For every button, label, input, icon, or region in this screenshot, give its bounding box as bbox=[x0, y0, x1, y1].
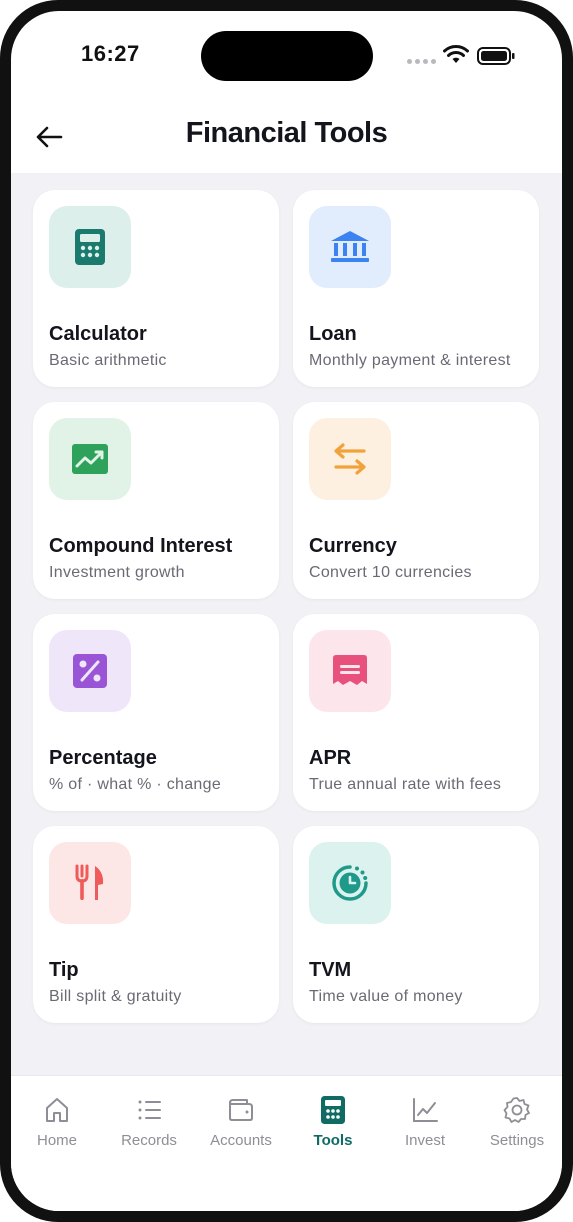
receipt-icon bbox=[333, 655, 367, 685]
card-subtitle: Bill split & gratuity bbox=[49, 988, 182, 1005]
tool-icon-box bbox=[309, 206, 391, 288]
wallet-icon bbox=[229, 1099, 253, 1121]
card-subtitle: % of · what % · change bbox=[49, 776, 222, 793]
card-text: TVM Time value of money bbox=[309, 959, 527, 1007]
tab-label: Invest bbox=[404, 1132, 446, 1149]
tab-label: Tools bbox=[313, 1132, 353, 1149]
card-title: Tip bbox=[49, 959, 79, 981]
tab-tools[interactable]: Tools bbox=[287, 1094, 379, 1149]
tools-content: Calculator Basic arithmetic Loan Monthly… bbox=[11, 173, 562, 1075]
calculator-icon bbox=[75, 229, 105, 265]
card-title: Calculator bbox=[49, 323, 147, 345]
tools-grid: Calculator Basic arithmetic Loan Monthly… bbox=[33, 190, 541, 1023]
screen: 16:27 Financial Tools Calculator Basic a… bbox=[11, 11, 562, 1211]
battery-icon bbox=[477, 47, 515, 65]
gear-icon bbox=[503, 1097, 530, 1123]
tool-card-currency[interactable]: Currency Convert 10 currencies bbox=[293, 402, 539, 599]
card-title: Compound Interest bbox=[49, 535, 233, 557]
tool-icon-box bbox=[309, 842, 391, 924]
tool-icon-box bbox=[49, 418, 131, 500]
card-subtitle: True annual rate with fees bbox=[309, 776, 502, 793]
dynamic-island bbox=[201, 31, 373, 81]
tool-icon-box bbox=[49, 842, 131, 924]
swap-arrows-icon bbox=[334, 443, 366, 475]
card-title: TVM bbox=[309, 959, 352, 981]
clock-icon bbox=[332, 865, 368, 901]
card-subtitle: Monthly payment & interest bbox=[309, 352, 511, 369]
card-text: Compound Interest Investment growth bbox=[49, 535, 267, 583]
tool-card-compound-interest[interactable]: Compound Interest Investment growth bbox=[33, 402, 279, 599]
tool-icon-box bbox=[309, 418, 391, 500]
card-subtitle: Time value of money bbox=[309, 988, 463, 1005]
tool-card-loan[interactable]: Loan Monthly payment & interest bbox=[293, 190, 539, 387]
tab-accounts[interactable]: Accounts bbox=[195, 1094, 287, 1149]
card-subtitle: Basic arithmetic bbox=[49, 352, 167, 369]
tab-label: Settings bbox=[489, 1132, 545, 1149]
tab-bar: Home Records Accounts Tools Invest Setti… bbox=[11, 1075, 562, 1211]
tool-card-calculator[interactable]: Calculator Basic arithmetic bbox=[33, 190, 279, 387]
tool-card-tvm[interactable]: TVM Time value of money bbox=[293, 826, 539, 1023]
card-text: Percentage % of · what % · change bbox=[49, 747, 267, 795]
bank-icon bbox=[331, 231, 369, 262]
tab-records[interactable]: Records bbox=[103, 1094, 195, 1149]
card-text: Loan Monthly payment & interest bbox=[309, 323, 527, 371]
card-subtitle: Convert 10 currencies bbox=[309, 564, 472, 581]
tool-icon-box bbox=[49, 630, 131, 712]
home-icon bbox=[46, 1098, 68, 1122]
tool-card-apr[interactable]: APR True annual rate with fees bbox=[293, 614, 539, 811]
tab-label: Home bbox=[36, 1132, 77, 1149]
card-text: Calculator Basic arithmetic bbox=[49, 323, 267, 371]
phone-frame: 16:27 Financial Tools Calculator Basic a… bbox=[0, 0, 573, 1222]
wifi-icon bbox=[443, 45, 469, 63]
signal-icon bbox=[407, 59, 436, 64]
tab-invest[interactable]: Invest bbox=[379, 1094, 471, 1149]
tab-home[interactable]: Home bbox=[11, 1094, 103, 1149]
fork-knife-icon bbox=[75, 864, 104, 900]
card-title: APR bbox=[309, 747, 352, 769]
chart-line-icon bbox=[413, 1098, 438, 1122]
tool-card-tip[interactable]: Tip Bill split & gratuity bbox=[33, 826, 279, 1023]
tab-label: Records bbox=[121, 1132, 177, 1149]
tool-icon-box bbox=[309, 630, 391, 712]
card-text: Currency Convert 10 currencies bbox=[309, 535, 527, 583]
calculator-icon bbox=[321, 1096, 345, 1124]
tab-settings[interactable]: Settings bbox=[471, 1094, 562, 1149]
card-title: Currency bbox=[309, 535, 397, 557]
percent-icon bbox=[73, 654, 107, 688]
card-subtitle: Investment growth bbox=[49, 564, 185, 581]
list-icon bbox=[138, 1100, 161, 1120]
chart-growth-icon bbox=[72, 444, 108, 474]
tool-card-percentage[interactable]: Percentage % of · what % · change bbox=[33, 614, 279, 811]
card-text: APR True annual rate with fees bbox=[309, 747, 527, 795]
header: Financial Tools bbox=[11, 91, 562, 173]
page-title: Financial Tools bbox=[185, 117, 388, 149]
card-title: Percentage bbox=[49, 747, 157, 769]
tool-icon-box bbox=[49, 206, 131, 288]
card-text: Tip Bill split & gratuity bbox=[49, 959, 267, 1007]
tab-label: Accounts bbox=[210, 1132, 272, 1149]
status-time: 16:27 bbox=[81, 41, 140, 66]
card-title: Loan bbox=[309, 323, 357, 345]
